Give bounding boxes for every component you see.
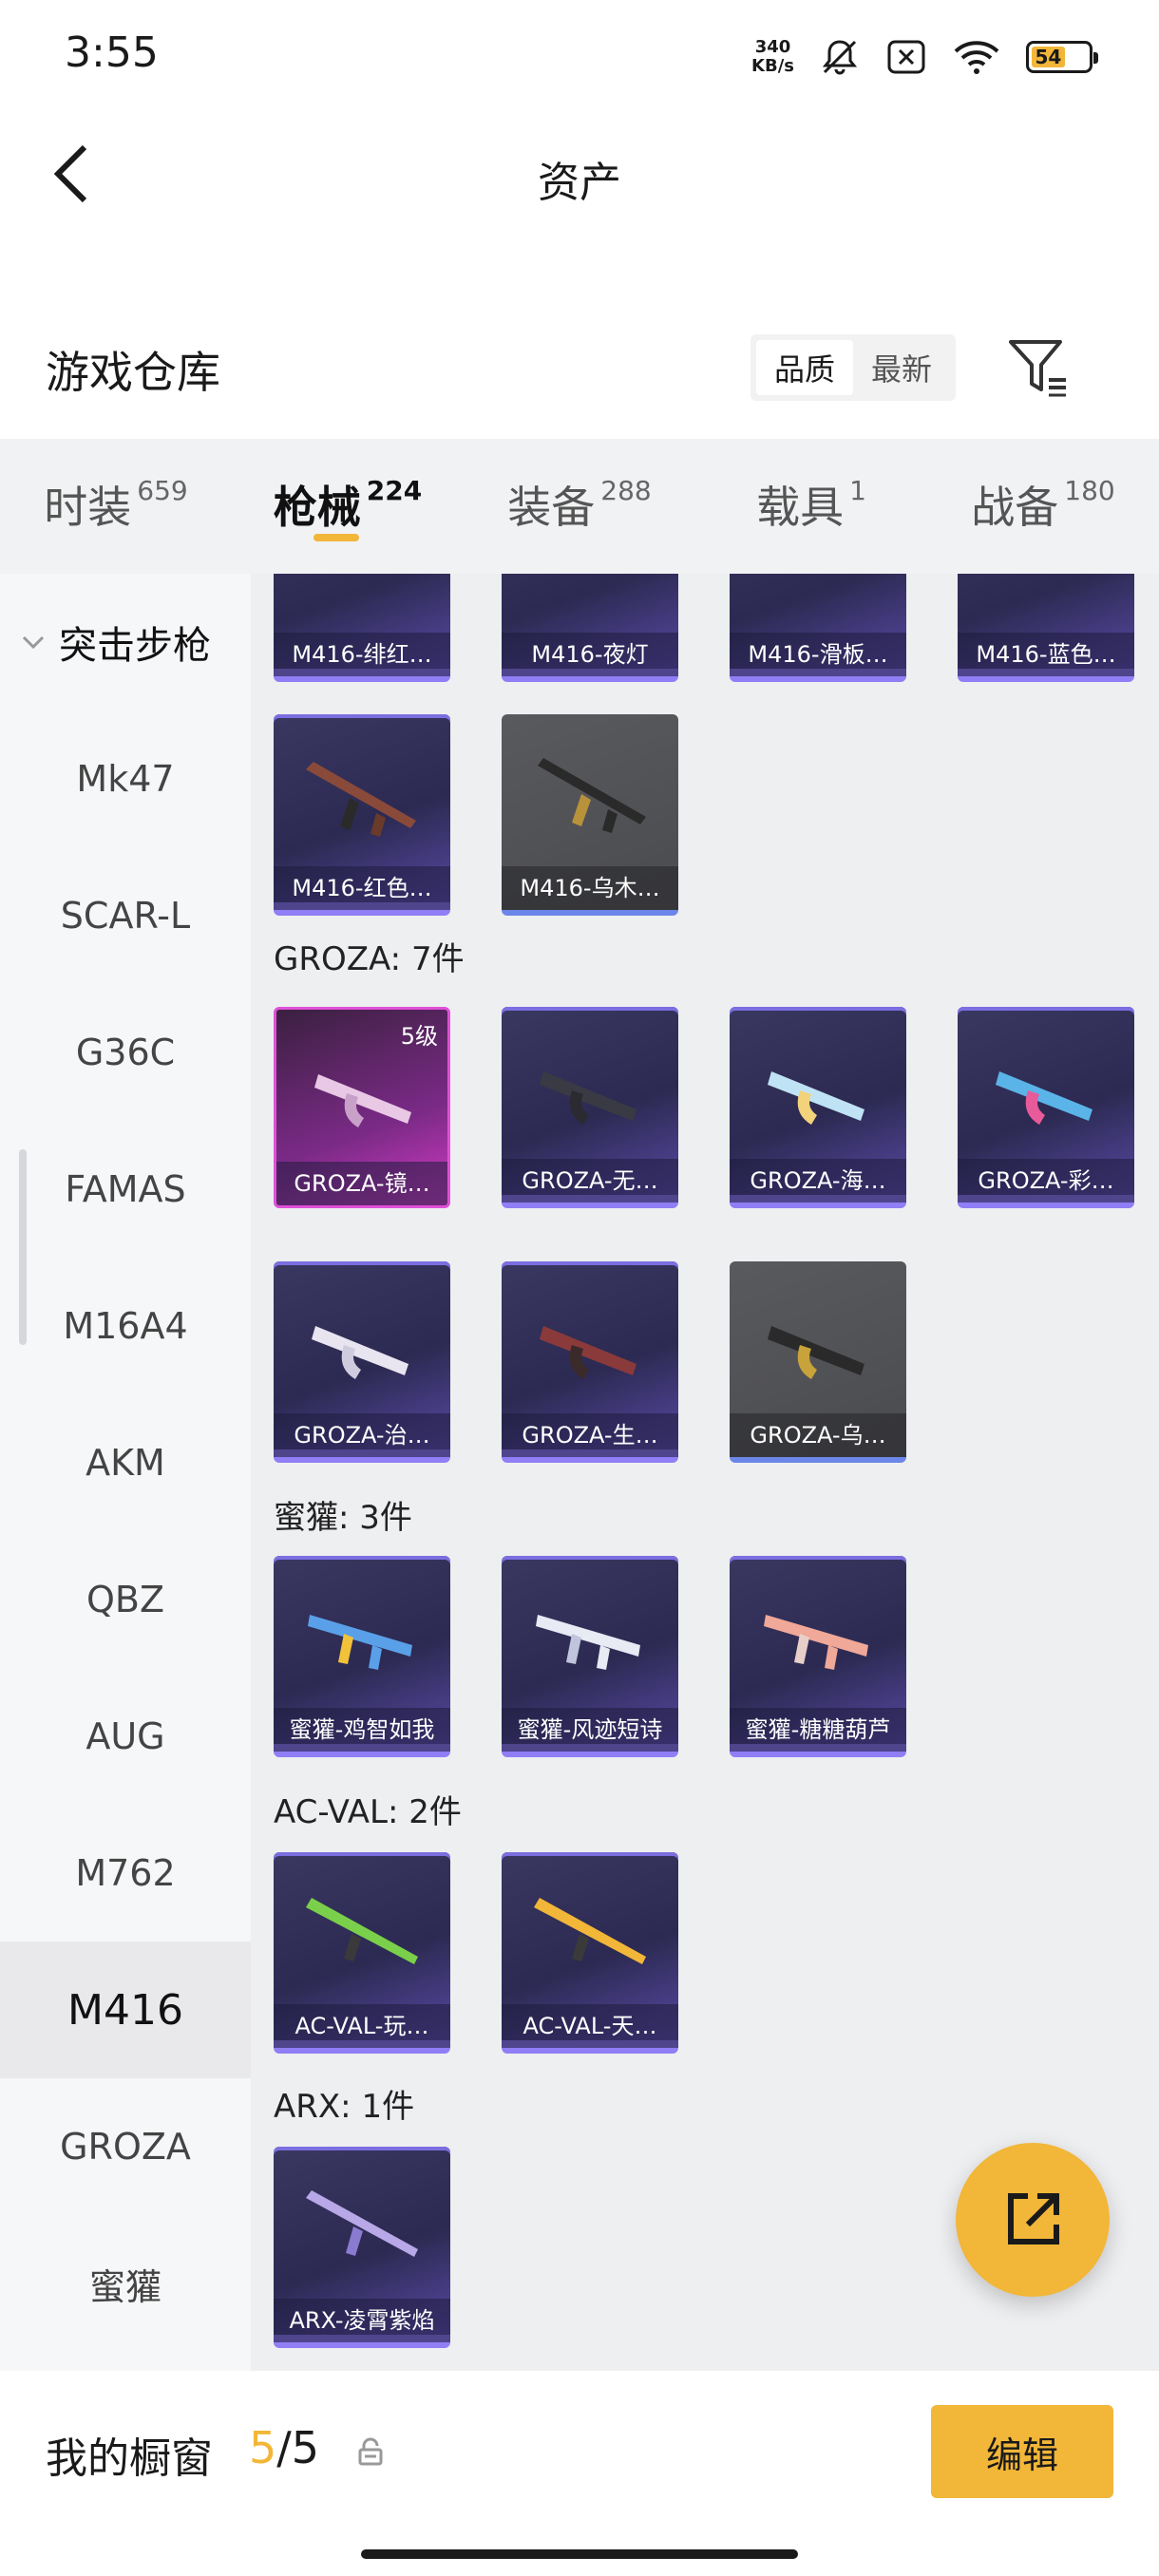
rifle-icon [312, 1326, 408, 1379]
group-title-honey-badger: 蜜獾: 3件 [274, 1499, 412, 1537]
weapon-card[interactable]: 蜜獾-鸡智如我 [274, 1556, 450, 1757]
weapon-card[interactable]: GROZA-彩… [958, 1007, 1134, 1208]
sidebar-item-groza[interactable]: GROZA [0, 2078, 251, 2215]
weapon-card[interactable]: GROZA-生… [502, 1261, 678, 1463]
mute-icon [822, 40, 858, 75]
sidebar-scrollbar[interactable] [19, 1149, 27, 1345]
sidebar-item-famas[interactable]: FAMAS [0, 1121, 251, 1258]
group-title-groza: GROZA: 7件 [274, 940, 465, 978]
tab-active-indicator [314, 534, 359, 541]
net-speed: 340 KB/s [751, 37, 794, 76]
tab-guns[interactable]: 枪械 224 [232, 439, 464, 574]
status-time: 3:55 [65, 28, 159, 77]
weapon-card[interactable]: GROZA-乌… [730, 1261, 906, 1463]
edit-button[interactable]: 编辑 [931, 2405, 1113, 2498]
sidebar-item-qbz[interactable]: QBZ [0, 1531, 251, 1668]
weapon-card[interactable]: GROZA-治… [274, 1261, 450, 1463]
sidebar-item-aug[interactable]: AUG [0, 1668, 251, 1805]
group-title-arx: ARX: 1件 [274, 2088, 415, 2126]
weapon-card[interactable]: M416-蓝色… [958, 574, 1134, 682]
tab-fashion[interactable]: 时装 659 [0, 439, 232, 574]
rifle-icon [540, 1071, 636, 1125]
weapon-card[interactable]: 蜜獾-风迹短诗 [502, 1556, 678, 1757]
weapon-card[interactable]: M416-乌木… [502, 714, 678, 916]
weapon-card[interactable]: M416-绯红… [274, 574, 450, 682]
rifle-icon [306, 2190, 418, 2257]
weapon-card[interactable]: 5级 GROZA-镜… [274, 1007, 450, 1208]
rifle-icon [308, 1615, 412, 1670]
sidebar-item-akm[interactable]: AKM [0, 1394, 251, 1531]
rifle-icon [306, 762, 416, 837]
chevron-down-icon [22, 635, 45, 650]
weapon-card[interactable]: ARX-凌霄紫焰 [274, 2147, 450, 2348]
section-title: 游戏仓库 [46, 347, 220, 398]
main-body: 突击步枪 Mk47 SCAR-L G36C FAMAS M16A4 AKM QB… [0, 574, 1159, 2371]
weapon-sidebar: 突击步枪 Mk47 SCAR-L G36C FAMAS M16A4 AKM QB… [0, 574, 251, 2371]
weapon-card[interactable]: 蜜獾-糖糖葫芦 [730, 1556, 906, 1757]
filter-icon [1009, 340, 1066, 397]
sidebar-item-mk47[interactable]: Mk47 [0, 710, 251, 847]
share-button[interactable] [956, 2143, 1110, 2297]
sort-newest[interactable]: 最新 [853, 340, 950, 395]
sidebar-item-g36c[interactable]: G36C [0, 984, 251, 1121]
rifle-icon [536, 1615, 640, 1670]
assets-page: 3:55 340 KB/s 54 资产 游戏仓库 品质 最新 时装 659 枪械… [0, 0, 1159, 2576]
battery-icon: 54 [1026, 41, 1098, 73]
tab-vehicles[interactable]: 载具 1 [695, 439, 927, 574]
sidebar-item-m16a4[interactable]: M16A4 [0, 1258, 251, 1394]
showcase-bar: 我的橱窗 5/5 编辑 [0, 2371, 1159, 2576]
sort-quality[interactable]: 品质 [756, 340, 853, 395]
sidebar-item-m762[interactable]: M762 [0, 1805, 251, 1941]
weapon-card[interactable]: AC-VAL-天… [502, 1852, 678, 2054]
lock-icon [358, 2437, 383, 2466]
status-bar: 3:55 340 KB/s 54 [0, 0, 1159, 114]
group-title-ac-val: AC-VAL: 2件 [274, 1793, 462, 1831]
sort-toggle: 品质 最新 [750, 334, 956, 401]
weapon-card[interactable]: AC-VAL-玩… [274, 1852, 450, 2054]
rifle-icon [538, 758, 646, 833]
no-sim-icon [887, 40, 925, 74]
sidebar-group-assault-rifles[interactable]: 突击步枪 [0, 574, 251, 710]
header: 资产 [0, 114, 1159, 237]
sidebar-item-honey-badger[interactable]: 蜜獾 [0, 2215, 251, 2352]
weapon-card[interactable]: GROZA-海… [730, 1007, 906, 1208]
tab-gear[interactable]: 战备 180 [927, 439, 1159, 574]
share-icon [1008, 2193, 1059, 2245]
sidebar-item-m416[interactable]: M416 [0, 1941, 251, 2078]
page-title: 资产 [538, 159, 621, 207]
rifle-icon [764, 1615, 868, 1670]
rifle-icon [996, 1071, 1092, 1125]
showcase-label: 我的橱窗 [46, 2434, 213, 2483]
rifle-icon [540, 1326, 636, 1379]
showcase-count: 5/5 [249, 2422, 320, 2473]
status-icons: 340 KB/s 54 [751, 28, 1098, 85]
filter-button[interactable] [1007, 338, 1070, 397]
category-tabs: 时装 659 枪械 224 装备 288 载具 1 战备 180 [0, 439, 1159, 574]
tab-equipment[interactable]: 装备 288 [464, 439, 695, 574]
home-indicator[interactable] [361, 2549, 798, 2559]
rifle-icon [768, 1326, 864, 1379]
rifle-icon [534, 1898, 646, 1964]
warehouse-header: 游戏仓库 品质 最新 [0, 313, 1159, 418]
weapon-grid: M416-绯红… M416-夜灯 M416-滑板… M416-蓝色… M416-… [251, 574, 1159, 2371]
weapon-card[interactable]: GROZA-无… [502, 1007, 678, 1208]
sidebar-item-scar-l[interactable]: SCAR-L [0, 847, 251, 984]
weapon-card[interactable]: M416-滑板… [730, 574, 906, 682]
rifle-icon [306, 1898, 418, 1964]
battery-level: 54 [1032, 46, 1065, 68]
weapon-card[interactable]: M416-红色… [274, 714, 450, 916]
rifle-icon [768, 1071, 864, 1125]
rifle-icon [314, 1074, 411, 1127]
wifi-icon [954, 41, 999, 74]
weapon-card[interactable]: M416-夜灯 [502, 574, 678, 682]
